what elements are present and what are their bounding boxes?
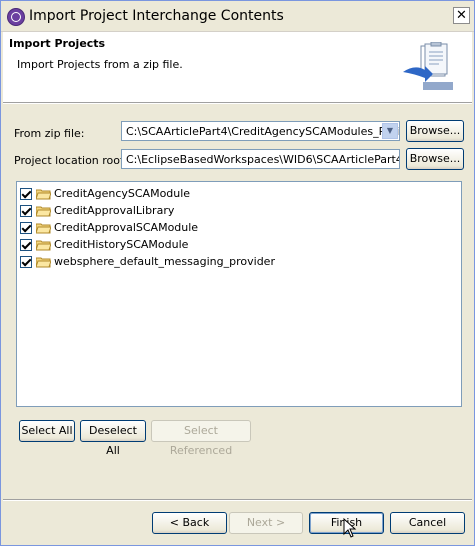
checkbox-icon[interactable] — [20, 256, 32, 268]
browse-zip-button[interactable]: Browse... — [406, 120, 464, 142]
next-button[interactable]: Next > — [229, 512, 303, 534]
deselect-all-button[interactable]: Deselect All — [80, 420, 146, 457]
folder-icon — [36, 257, 51, 268]
project-label: CreditApprovalSCAModule — [54, 221, 199, 234]
checkbox-icon[interactable] — [20, 222, 32, 234]
header-description: Import Projects from a zip file. — [17, 58, 183, 71]
zip-file-combo[interactable]: C:\SCAArticlePart4\CreditAgencySCAModule… — [121, 121, 400, 141]
zip-file-value: C:\SCAArticlePart4\CreditAgencySCAModule… — [126, 125, 400, 138]
footer-separator-highlight — [3, 500, 472, 501]
window-title: Import Project Interchange Contents — [29, 8, 284, 24]
checkbox-icon[interactable] — [20, 239, 32, 251]
project-tree[interactable]: CreditAgencySCAModule CreditApprovalLibr… — [16, 181, 462, 407]
app-icon — [7, 8, 25, 26]
project-location-input[interactable]: C:\EclipseBasedWorkspaces\WID6\SCAArticl… — [121, 149, 400, 169]
folder-icon — [36, 206, 51, 217]
project-label: CreditHistorySCAModule — [54, 238, 189, 251]
dialog-window: Import Project Interchange Contents ✕ Im… — [0, 0, 475, 546]
title-bar: Import Project Interchange Contents ✕ — [1, 1, 474, 32]
browse-location-button[interactable]: Browse... — [406, 148, 464, 170]
folder-icon — [36, 240, 51, 251]
folder-icon — [36, 223, 51, 234]
header-title: Import Projects — [9, 37, 106, 50]
back-button[interactable]: < Back — [152, 512, 227, 534]
project-label: websphere_default_messaging_provider — [54, 255, 275, 268]
select-referenced-button[interactable]: Select Referenced — [151, 420, 251, 457]
wizard-header: Import Projects Import Projects from a z… — [3, 32, 472, 103]
checkbox-icon[interactable] — [20, 188, 32, 200]
chevron-down-icon[interactable]: ▼ — [382, 123, 398, 139]
select-all-button[interactable]: Select All — [19, 420, 75, 442]
wizard-import-icon — [403, 42, 453, 90]
checkbox-icon[interactable] — [20, 205, 32, 217]
project-location-label: Project location root: — [14, 154, 129, 167]
project-label: CreditAgencySCAModule — [54, 187, 191, 200]
project-label: CreditApprovalLibrary — [54, 204, 175, 217]
folder-icon — [36, 189, 51, 200]
close-icon[interactable]: ✕ — [453, 7, 470, 24]
cancel-button[interactable]: Cancel — [390, 512, 465, 534]
zip-file-label: From zip file: — [14, 127, 85, 140]
header-separator — [3, 103, 472, 104]
mouse-cursor-icon — [343, 518, 357, 538]
